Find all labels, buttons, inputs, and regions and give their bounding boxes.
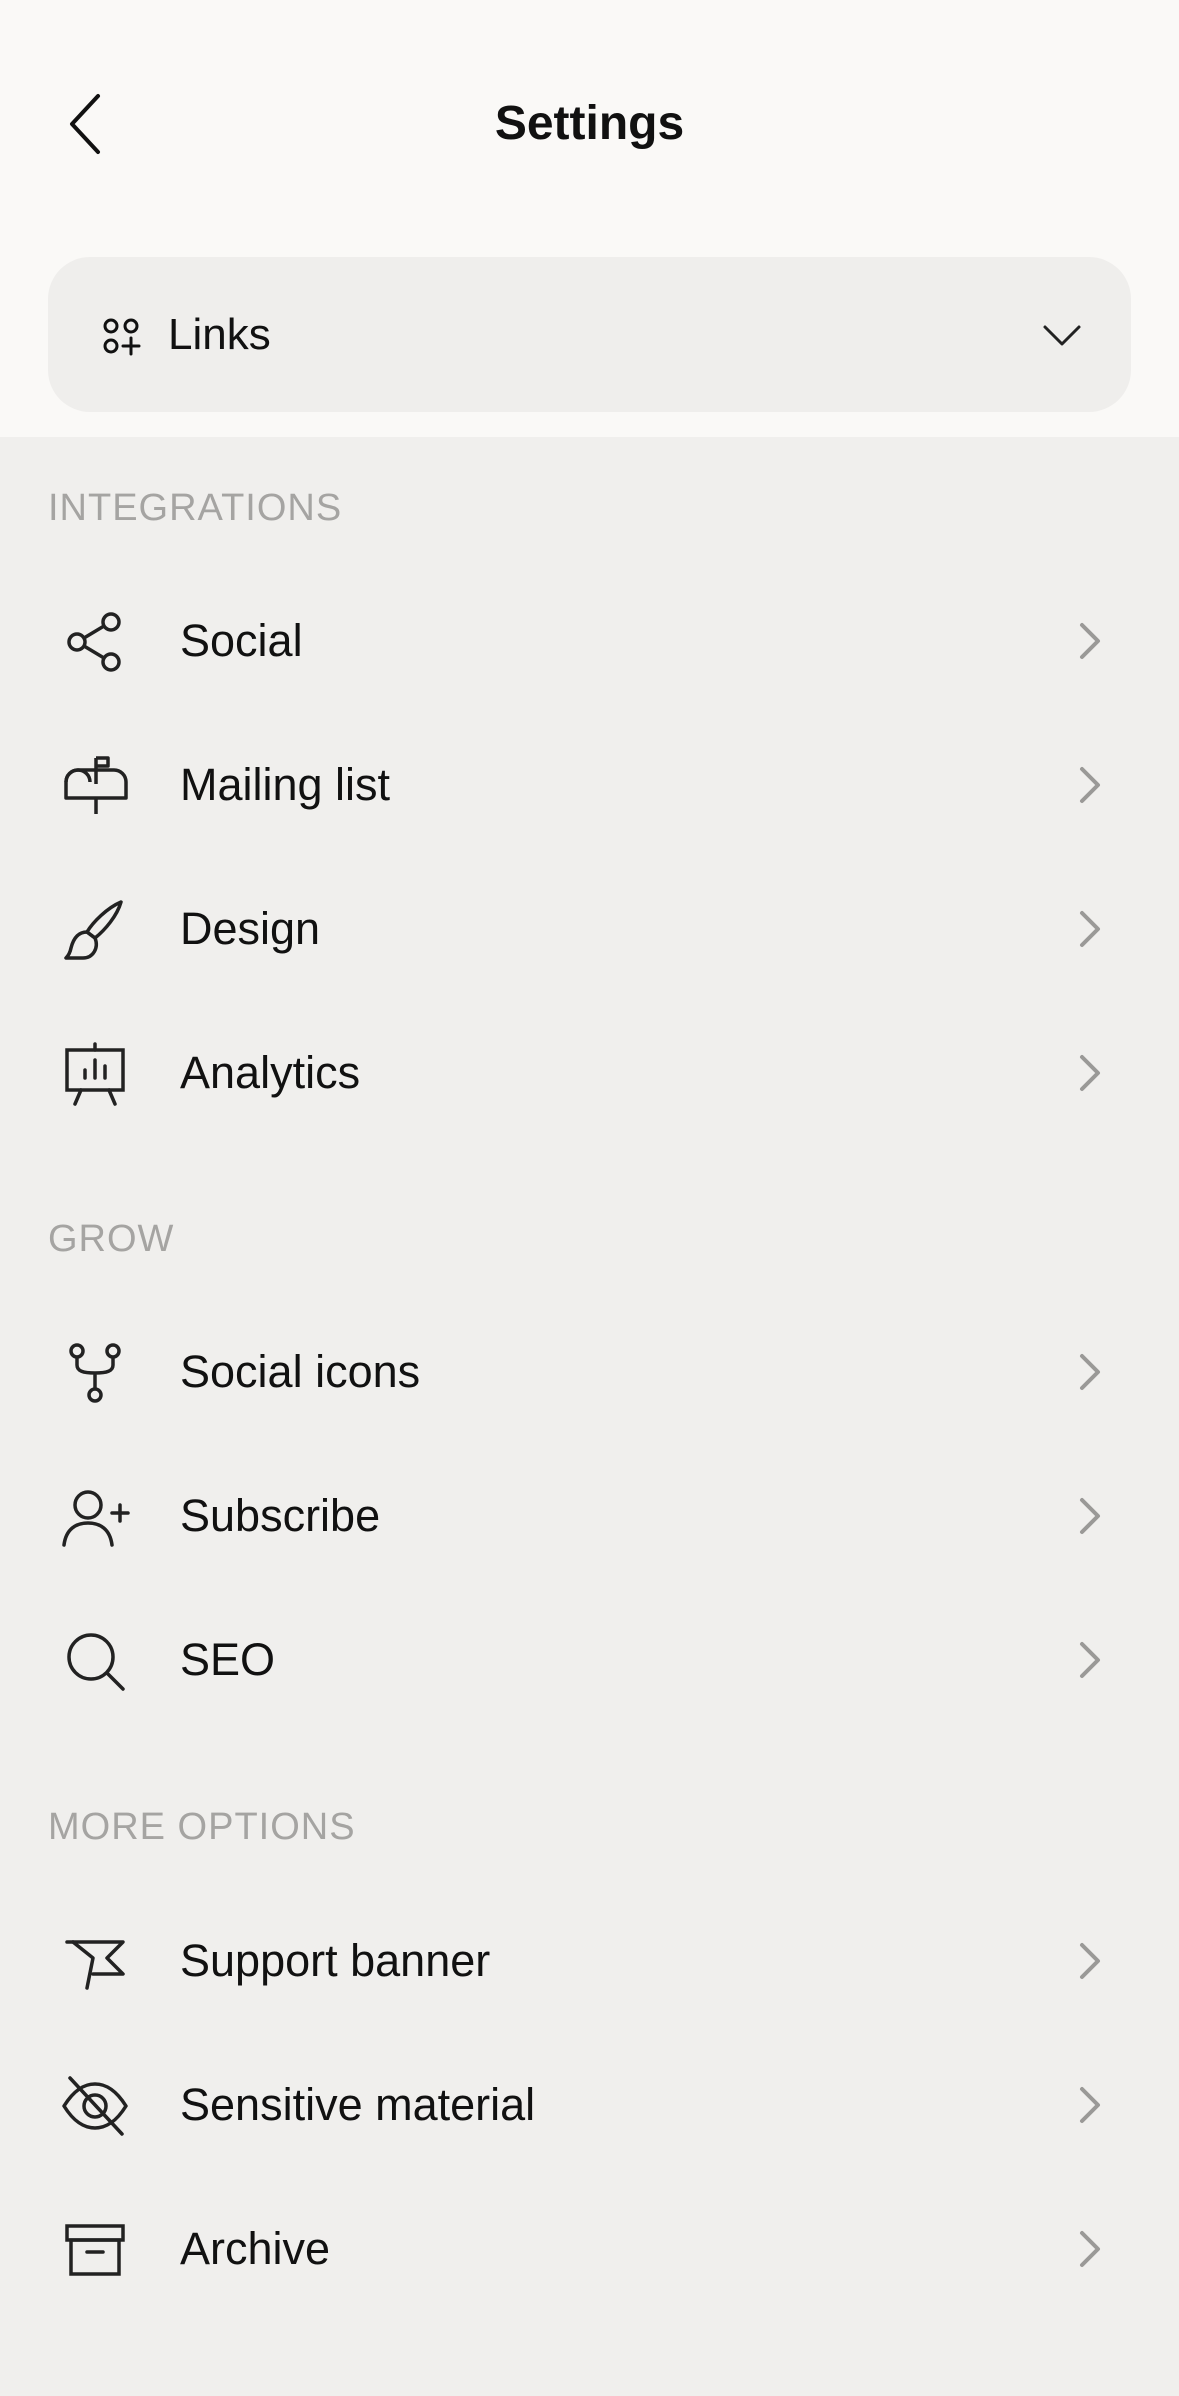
settings-row-support-banner[interactable]: Support banner (0, 1889, 1179, 2033)
chevron-down-icon (1041, 315, 1083, 355)
row-label: Sensitive material (180, 2079, 536, 2130)
chevron-right-icon (1080, 1354, 1100, 1390)
settings-row-mailing-list[interactable]: Mailing list (0, 713, 1179, 857)
settings-row-subscribe[interactable]: Subscribe (0, 1444, 1179, 1588)
chevron-right-icon (1080, 2231, 1100, 2267)
settings-row-social[interactable]: Social (0, 569, 1179, 713)
settings-row-analytics[interactable]: Analytics (0, 1001, 1179, 1145)
settings-row-social-icons[interactable]: Social icons (0, 1300, 1179, 1444)
brush-icon (58, 897, 132, 963)
share-icon (58, 609, 132, 675)
fork-icon (58, 1340, 132, 1406)
settings-row-design[interactable]: Design (0, 857, 1179, 1001)
user-plus-icon (58, 1484, 132, 1550)
chevron-right-icon (1080, 1943, 1100, 1979)
row-label: Archive (180, 2223, 331, 2274)
row-label: Analytics (180, 1047, 361, 1098)
row-label: Support banner (180, 1935, 491, 1986)
search-icon (58, 1628, 132, 1694)
banner-flag-icon (58, 1929, 132, 1995)
page-selector-dropdown[interactable]: Links (48, 257, 1131, 412)
archive-box-icon (58, 2217, 132, 2283)
chevron-right-icon (1080, 911, 1100, 947)
chevron-right-icon (1080, 623, 1100, 659)
row-label: SEO (180, 1634, 276, 1685)
chevron-right-icon (1080, 1498, 1100, 1534)
chevron-right-icon (1080, 1642, 1100, 1678)
row-label: Design (180, 903, 321, 954)
section-title-integrations: INTEGRATIONS (48, 487, 343, 529)
row-label: Mailing list (180, 759, 391, 810)
selector-label: Links (168, 310, 271, 359)
apps-plus-icon (102, 317, 142, 357)
chevron-right-icon (1080, 2087, 1100, 2123)
settings-row-sensitive-material[interactable]: Sensitive material (0, 2033, 1179, 2177)
settings-row-archive[interactable]: Archive (0, 2177, 1179, 2321)
row-label: Social (180, 615, 303, 666)
chevron-right-icon (1080, 1055, 1100, 1091)
chevron-right-icon (1080, 767, 1100, 803)
header: Settings Links (0, 0, 1179, 437)
row-label: Social icons (180, 1346, 421, 1397)
presentation-chart-icon (58, 1041, 132, 1107)
mailbox-icon (58, 753, 132, 819)
eye-off-icon (58, 2073, 132, 2139)
settings-row-seo[interactable]: SEO (0, 1588, 1179, 1732)
section-title-grow: GROW (48, 1218, 175, 1260)
row-label: Subscribe (180, 1490, 381, 1541)
page-title: Settings (494, 97, 685, 150)
section-title-more-options: MORE OPTIONS (48, 1806, 356, 1848)
